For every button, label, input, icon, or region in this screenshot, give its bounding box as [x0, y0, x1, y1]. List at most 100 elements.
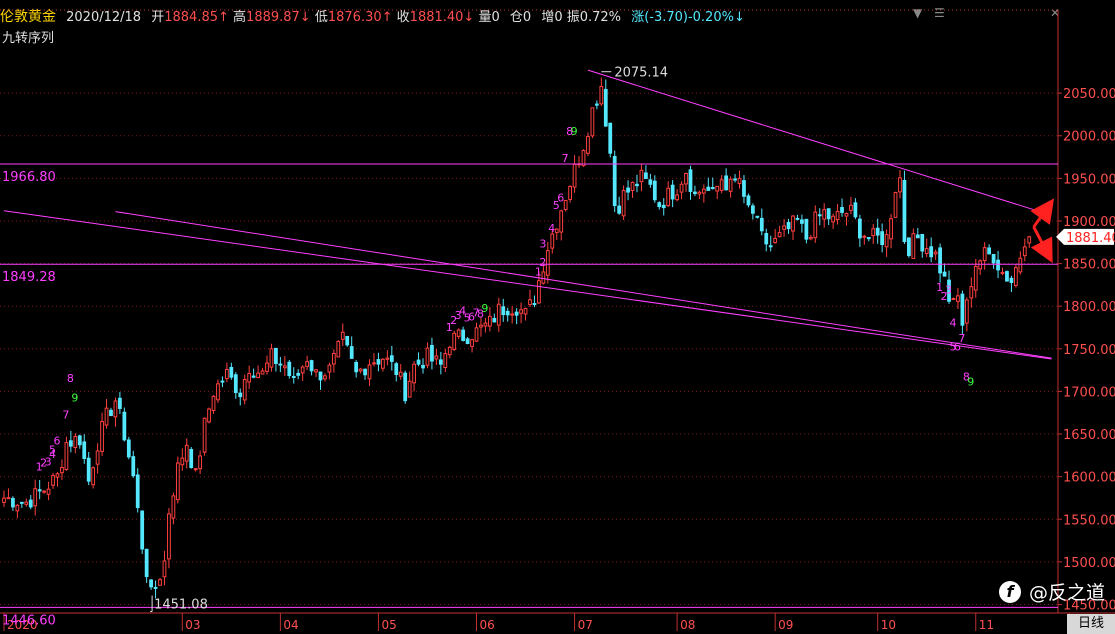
candle-body: [862, 235, 867, 238]
candle-body: [719, 179, 724, 191]
candle-body: [42, 490, 47, 493]
x-tick-label: 08: [680, 618, 695, 632]
candle-body: [274, 347, 278, 364]
candle-body: [514, 311, 519, 316]
candle-body: [465, 338, 470, 345]
candle-body: [550, 233, 555, 249]
x-tick-label: 10: [881, 618, 896, 632]
candle-body: [24, 501, 29, 505]
candle-body: [336, 340, 341, 358]
y-tick-label: 1650.00: [1063, 428, 1115, 443]
candle-body: [220, 380, 225, 383]
candle-body: [1013, 267, 1018, 286]
candle-body: [572, 163, 577, 188]
candle-body: [278, 363, 283, 366]
candle-body: [795, 217, 800, 220]
candle-body: [826, 208, 831, 220]
candle-body: [933, 251, 938, 255]
candle-body: [804, 218, 809, 240]
candle-body: [126, 439, 131, 458]
candle-body: [1009, 277, 1014, 283]
candle-body: [657, 202, 662, 208]
candle-body: [880, 231, 885, 245]
candle-body: [256, 372, 260, 379]
candle-body: [68, 440, 73, 447]
candlestick-chart: 1450.001500.001550.001600.001650.001700.…: [0, 9, 1115, 632]
candle-body: [835, 210, 840, 221]
candle-body: [11, 497, 15, 508]
candle-body: [492, 317, 497, 323]
level-label: 1966.80: [2, 170, 56, 185]
candle-body: [461, 329, 466, 341]
candle-body: [733, 178, 737, 181]
candle-body: [474, 327, 479, 342]
x-tick-label: 04: [283, 618, 298, 632]
candle-body: [800, 219, 804, 224]
annotation-label: 1451.08: [154, 598, 208, 613]
candle-body: [750, 205, 755, 214]
candle-body: [791, 215, 795, 232]
candle-body: [777, 232, 782, 238]
y-tick-label: 2050.00: [1063, 87, 1115, 102]
candle-body: [77, 435, 82, 446]
candle-body: [969, 286, 974, 299]
candle-body: [251, 375, 256, 378]
candle-body: [773, 237, 778, 243]
candle-body: [964, 299, 969, 324]
candle-body: [519, 309, 523, 314]
candle-body: [318, 371, 323, 381]
candle-body: [639, 169, 644, 183]
candle-body: [586, 136, 590, 154]
candle-body: [987, 247, 992, 255]
candle-body: [86, 457, 91, 482]
candle-body: [559, 210, 564, 233]
candle-body: [956, 295, 960, 302]
candle-body: [545, 250, 550, 276]
candle-body: [118, 397, 122, 409]
candle-body: [287, 361, 292, 377]
td-sequence-number: 4: [949, 317, 956, 330]
candle-body: [1000, 271, 1005, 275]
candle-body: [813, 211, 818, 239]
candle-body: [871, 228, 876, 237]
watermark-text: @反之道: [1028, 582, 1105, 604]
candle-body: [554, 228, 559, 233]
period-tab-daily[interactable]: 日线: [1067, 614, 1115, 634]
candle-body: [648, 179, 653, 185]
y-tick-label: 1500.00: [1063, 556, 1115, 571]
candle-body: [759, 217, 764, 232]
candle-body: [291, 375, 296, 378]
candle-body: [358, 368, 363, 372]
candle-body: [581, 150, 586, 167]
candle-body: [323, 375, 327, 380]
td-sequence-number: 2: [539, 256, 546, 269]
candle-body: [233, 374, 238, 394]
candle-body: [434, 355, 439, 360]
candle-body: [675, 194, 679, 201]
candle-body: [635, 183, 639, 187]
x-tick-label: 11: [979, 618, 994, 632]
candle-body: [840, 207, 844, 213]
candle-body: [412, 363, 416, 384]
candle-body: [510, 313, 515, 316]
candle-body: [19, 501, 24, 504]
candle-body: [817, 214, 822, 217]
candle-body: [1022, 246, 1027, 257]
candle-body: [202, 417, 207, 453]
candle-body: [33, 488, 38, 507]
candle-body: [599, 85, 604, 105]
candle-body: [996, 259, 1000, 271]
candle-body: [866, 237, 871, 240]
last-price-label: 1881.40: [1066, 231, 1115, 246]
candle-body: [764, 233, 769, 245]
candle-body: [728, 178, 733, 192]
candle-body: [456, 329, 461, 337]
chart-window: 伦敦黄金 2020/12/18 开1884.85↑ 高1889.87↓ 低187…: [0, 0, 1115, 634]
td-sequence-number: 7: [562, 152, 569, 165]
candle-body: [746, 195, 751, 206]
candle-body: [608, 122, 613, 154]
candle-body: [644, 172, 648, 180]
candle-body: [590, 107, 595, 137]
red-arrow: [1030, 198, 1055, 228]
y-tick-label: 2000.00: [1063, 130, 1115, 145]
